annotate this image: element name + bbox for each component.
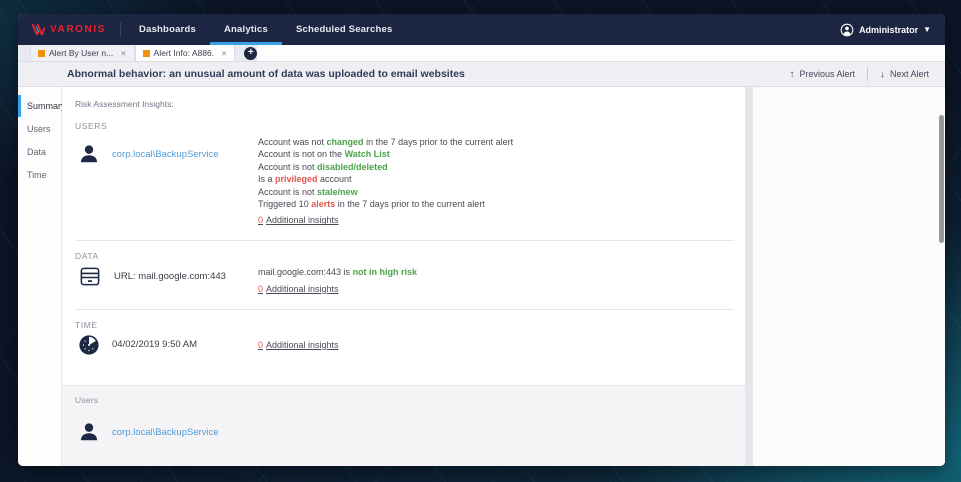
summary-panel: Risk Assessment Insights: USERS corp.loc… [62, 87, 745, 466]
user-menu[interactable]: Administrator ▼ [826, 14, 945, 45]
main-navigation: Dashboards Analytics Scheduled Searches [125, 14, 406, 45]
content-area: Summary Users Data Time Risk Assessment … [18, 87, 945, 466]
user-entity-link[interactable]: corp.local\BackupService [112, 427, 219, 438]
sidebar-item-time[interactable]: Time [18, 164, 61, 186]
insight-line: Account was not changed in the 7 days pr… [258, 136, 736, 148]
alert-title: Abnormal behavior: an unusual amount of … [67, 68, 465, 80]
chevron-down-icon: ▼ [923, 25, 931, 34]
user-avatar-icon [78, 143, 100, 165]
tab-label: Alert Info: A886. [154, 48, 214, 58]
right-panel-scrollbar[interactable] [939, 115, 944, 243]
clock-icon [78, 334, 100, 356]
nav-dashboards[interactable]: Dashboards [125, 14, 210, 45]
varonis-logo-icon [31, 24, 45, 35]
time-entity: 04/02/2019 9:50 AM [112, 339, 197, 350]
tab-bar-filler [257, 45, 945, 61]
data-entity: URL: mail.google.com:443 [114, 271, 226, 282]
tab-label: Alert By User n... [49, 48, 113, 58]
add-tab-button[interactable]: + [244, 47, 257, 60]
users-section-label: USERS [75, 121, 736, 131]
data-section: DATA URL: mail.google.com:443 mail.googl… [75, 251, 736, 296]
additional-insights-link[interactable]: 0Additional insights [258, 215, 339, 225]
sidebar-item-data[interactable]: Data [18, 141, 61, 163]
user-entity-link[interactable]: corp.local\BackupService [112, 149, 219, 160]
varonis-logo: VARONIS [18, 14, 120, 45]
top-navbar: VARONIS Dashboards Analytics Scheduled S… [18, 14, 945, 45]
desktop-background: VARONIS Dashboards Analytics Scheduled S… [0, 0, 961, 482]
next-alert-button[interactable]: ↓ Next Alert [880, 69, 929, 80]
close-icon[interactable]: ✕ [120, 49, 126, 58]
alert-navigation: ↑ Previous Alert ↓ Next Alert [789, 67, 929, 81]
previous-alert-button[interactable]: ↑ Previous Alert [789, 69, 855, 80]
sidebar-item-users[interactable]: Users [18, 118, 61, 140]
data-archive-icon [78, 265, 102, 288]
insight-line: Triggered 10 alerts in the 7 days prior … [258, 198, 736, 210]
tab-alert-by-user[interactable]: Alert By User n... ✕ [30, 45, 135, 61]
insight-line: Account is not stale/new [258, 186, 736, 198]
users-detail-label: Users [75, 395, 745, 405]
next-alert-label: Next Alert [890, 69, 929, 79]
close-icon[interactable]: ✕ [221, 49, 227, 58]
sidebar: Summary Users Data Time [18, 87, 62, 466]
alert-nav-divider [867, 67, 868, 81]
arrow-down-icon: ↓ [880, 69, 885, 80]
data-section-label: DATA [75, 251, 736, 261]
nav-scheduled-searches[interactable]: Scheduled Searches [282, 14, 407, 45]
insight-line: mail.google.com:443 is not in high risk [258, 266, 736, 278]
additional-insights-link[interactable]: 0Additional insights [258, 340, 339, 350]
additional-insights-link[interactable]: 0Additional insights [258, 284, 339, 294]
tab-alert-info[interactable]: Alert Info: A886. ✕ [135, 45, 236, 61]
nav-analytics[interactable]: Analytics [210, 14, 282, 45]
users-section: USERS corp.local\BackupService Account w… [75, 121, 736, 228]
insight-line: Account is not on the Watch List [258, 148, 736, 160]
alert-tab-icon [143, 50, 150, 57]
previous-alert-label: Previous Alert [799, 69, 855, 79]
arrow-up-icon: ↑ [789, 69, 794, 80]
tab-bar: Alert By User n... ✕ Alert Info: A886. ✕… [18, 45, 945, 62]
section-divider [75, 240, 734, 241]
user-account-icon [840, 23, 854, 37]
user-avatar-icon [78, 421, 100, 443]
insight-line: Is a privileged account [258, 173, 736, 185]
alert-tab-icon [38, 50, 45, 57]
app-window: VARONIS Dashboards Analytics Scheduled S… [18, 14, 945, 466]
detail-panel [753, 87, 945, 466]
alert-header: Abnormal behavior: an unusual amount of … [18, 62, 945, 87]
time-section-label: TIME [75, 320, 736, 330]
users-detail-section: Users corp.local\BackupService [62, 385, 745, 466]
user-name: Administrator [859, 25, 918, 35]
time-section: TIME 04/02/2019 9:50 AM 0Additional insi… [75, 320, 736, 356]
risk-assessment-title: Risk Assessment Insights: [75, 99, 736, 109]
varonis-logo-text: VARONIS [50, 24, 106, 35]
insight-line: Account is not disabled/deleted [258, 161, 736, 173]
navbar-divider [120, 22, 121, 37]
section-divider [75, 309, 734, 310]
sidebar-item-summary[interactable]: Summary [18, 95, 61, 117]
